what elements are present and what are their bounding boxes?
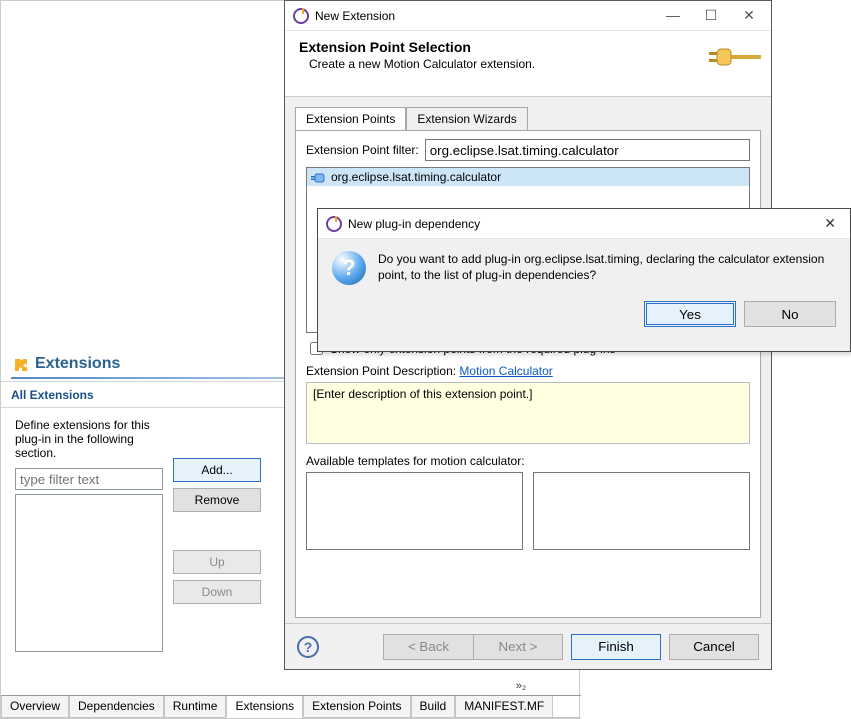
cancel-button[interactable]: Cancel bbox=[669, 634, 759, 660]
tab-overview[interactable]: Overview bbox=[1, 696, 69, 718]
tab-extension-wizards[interactable]: Extension Wizards bbox=[406, 107, 527, 130]
yes-button[interactable]: Yes bbox=[644, 301, 736, 327]
tab-runtime[interactable]: Runtime bbox=[164, 696, 227, 718]
tab-build[interactable]: Build bbox=[411, 696, 456, 718]
templates-list[interactable] bbox=[306, 472, 523, 550]
banner-title: Extension Point Selection bbox=[299, 39, 757, 55]
extensions-list[interactable] bbox=[15, 494, 163, 652]
plug-graphic-icon bbox=[709, 45, 761, 69]
remove-button[interactable]: Remove bbox=[173, 488, 261, 512]
back-button[interactable]: < Back bbox=[383, 634, 473, 660]
add-button[interactable]: Add... bbox=[173, 458, 261, 482]
overflow-indicator[interactable]: »₂ bbox=[471, 680, 571, 696]
templates-label: Available templates for motion calculato… bbox=[306, 454, 750, 468]
banner-subtitle: Create a new Motion Calculator extension… bbox=[309, 57, 757, 71]
minimize-icon[interactable]: — bbox=[663, 7, 683, 24]
ext-point-icon bbox=[311, 172, 325, 182]
description-label: Extension Point Description: bbox=[306, 364, 456, 378]
dialog-title: New plug-in dependency bbox=[348, 217, 818, 231]
list-item[interactable]: org.eclipse.lsat.timing.calculator bbox=[307, 168, 749, 186]
next-button[interactable]: Next > bbox=[473, 634, 563, 660]
down-button[interactable]: Down bbox=[173, 580, 261, 604]
up-button[interactable]: Up bbox=[173, 550, 261, 574]
tab-extension-points-wizard[interactable]: Extension Points bbox=[295, 107, 406, 130]
filter-label: Extension Point filter: bbox=[306, 143, 419, 157]
close-icon[interactable]: ✕ bbox=[739, 7, 759, 24]
editor-tabs: Overview Dependencies Runtime Extensions… bbox=[1, 695, 581, 718]
eclipse-icon bbox=[326, 216, 342, 232]
tab-dependencies[interactable]: Dependencies bbox=[69, 696, 164, 718]
eclipse-icon bbox=[293, 8, 309, 24]
motion-calculator-link[interactable]: Motion Calculator bbox=[459, 364, 552, 378]
extension-point-filter-input[interactable] bbox=[425, 139, 750, 161]
list-item-label: org.eclipse.lsat.timing.calculator bbox=[331, 170, 501, 184]
close-icon[interactable]: ✕ bbox=[818, 215, 842, 232]
tab-extension-points[interactable]: Extension Points bbox=[303, 696, 410, 718]
question-icon: ? bbox=[332, 251, 366, 285]
section-title: Extensions bbox=[35, 355, 120, 373]
extensions-icon bbox=[13, 356, 29, 372]
intro-text: Define extensions for this plug-in in th… bbox=[15, 418, 163, 460]
wizard-window-title: New Extension bbox=[315, 9, 663, 23]
finish-button[interactable]: Finish bbox=[571, 634, 661, 660]
filter-input[interactable] bbox=[15, 468, 163, 490]
tab-extensions[interactable]: Extensions bbox=[226, 696, 303, 718]
dependency-dialog: New plug-in dependency ✕ ? Do you want t… bbox=[317, 208, 851, 352]
help-icon[interactable]: ? bbox=[297, 636, 319, 658]
no-button[interactable]: No bbox=[744, 301, 836, 327]
dialog-message: Do you want to add plug-in org.eclipse.l… bbox=[378, 251, 836, 285]
maximize-icon[interactable]: ☐ bbox=[701, 7, 721, 24]
template-description bbox=[533, 472, 750, 550]
all-extensions-title: All Extensions bbox=[11, 388, 94, 402]
description-box: [Enter description of this extension poi… bbox=[306, 382, 750, 444]
tab-manifest[interactable]: MANIFEST.MF bbox=[455, 696, 553, 718]
